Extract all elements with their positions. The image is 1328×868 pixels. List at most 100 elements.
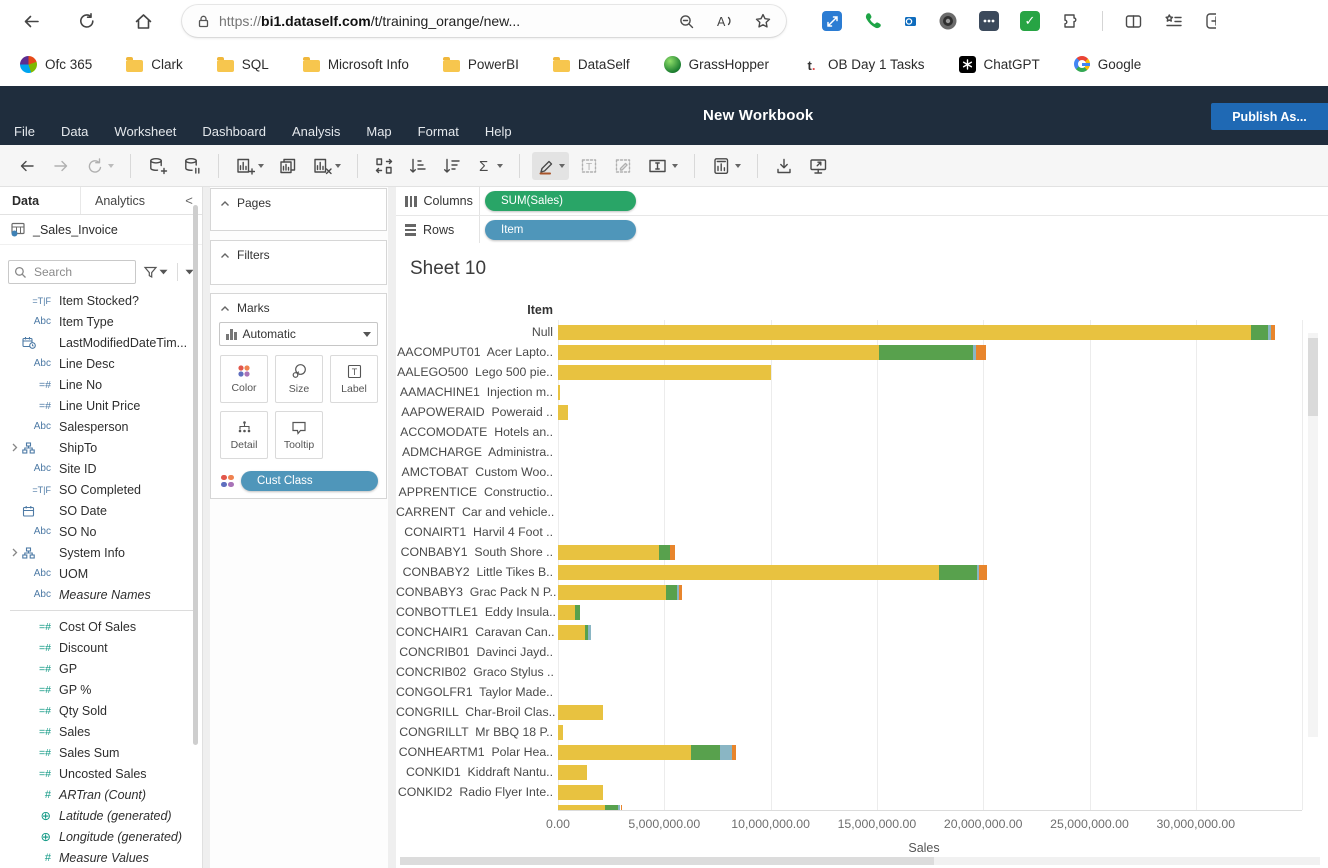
field-so-completed[interactable]: =T|FSO Completed: [0, 479, 202, 500]
chart-row[interactable]: AACOMPUT01 Acer Lapto..: [396, 342, 1326, 362]
chart-row[interactable]: CONCRIB01 Davinci Jayd..: [396, 642, 1326, 662]
collections-icon[interactable]: [1164, 12, 1183, 31]
field-so-no[interactable]: AbcSO No: [0, 521, 202, 542]
search-input[interactable]: [32, 264, 122, 280]
collapse-panel-button[interactable]: <: [176, 193, 202, 208]
back-icon[interactable]: [18, 8, 44, 34]
bar-segment-yellow[interactable]: [558, 545, 659, 560]
row-label[interactable]: CONGOLFR1 Taylor Made..: [396, 685, 553, 699]
row-label[interactable]: AACOMPUT01 Acer Lapto..: [396, 345, 553, 359]
bookmark-chatgpt[interactable]: ChatGPT: [959, 56, 1040, 73]
clipped-tab-icon[interactable]: [1204, 11, 1216, 31]
menu-dashboard[interactable]: Dashboard: [202, 124, 266, 139]
field-line-unit-price[interactable]: =#Line Unit Price: [0, 395, 202, 416]
rows-shelf[interactable]: Rows Item: [396, 216, 1328, 245]
field-gp[interactable]: =#GP: [0, 658, 202, 679]
field-line-no[interactable]: =#Line No: [0, 374, 202, 395]
bookmark-dataself[interactable]: DataSelf: [553, 57, 630, 72]
datasource-row[interactable]: _Sales_Invoice: [0, 215, 202, 245]
presentation-icon[interactable]: [804, 152, 833, 180]
tableau-ext-icon[interactable]: [822, 11, 842, 31]
bar-segment-green[interactable]: [659, 545, 670, 560]
menu-data[interactable]: Data: [61, 124, 88, 139]
filter-fields-icon[interactable]: [143, 265, 168, 279]
bar-segment-yellow[interactable]: [558, 625, 585, 640]
field-lastmodifieddatetim-[interactable]: LastModifiedDateTim...: [0, 332, 202, 353]
chart-row[interactable]: CONHEARTM1 Polar Hea..: [396, 742, 1326, 762]
undo-icon[interactable]: [13, 152, 41, 180]
totals-icon[interactable]: Σ: [472, 152, 507, 180]
field-artran-count-[interactable]: #ARTran (Count): [0, 784, 202, 805]
chart-row[interactable]: CONGOLFR1 Taylor Made..: [396, 682, 1326, 702]
show-me-icon[interactable]: [707, 152, 745, 180]
row-label[interactable]: CONBOTTLE1 Eddy Insula..: [396, 605, 553, 619]
split-screen-icon[interactable]: [1124, 12, 1143, 31]
bar-segment-lightblue[interactable]: [588, 625, 591, 640]
chart-vertical-scrollbar[interactable]: [1308, 333, 1318, 737]
row-label[interactable]: AMCTOBAT Custom Woo..: [396, 465, 553, 479]
pages-shelf[interactable]: Pages: [210, 188, 387, 231]
mark-button-color[interactable]: Color: [220, 355, 268, 403]
bar-segment-yellow[interactable]: [558, 325, 1251, 340]
collapse-chevron-icon[interactable]: [220, 252, 230, 259]
phone-ext-icon[interactable]: [863, 11, 883, 31]
chart-row[interactable]: ADMCHARGE Administra..: [396, 442, 1326, 462]
favorite-star-icon[interactable]: [754, 12, 772, 30]
more-ext-icon[interactable]: [979, 11, 999, 31]
bar-segment-yellow[interactable]: [558, 345, 879, 360]
field-so-date[interactable]: SO Date: [0, 500, 202, 521]
row-header[interactable]: Item: [396, 303, 553, 317]
row-label[interactable]: CONCHAIR1 Caravan Can..: [396, 625, 553, 639]
bar-segment-green[interactable]: [1251, 325, 1268, 340]
mark-button-size[interactable]: Size: [275, 355, 323, 403]
row-label[interactable]: CONGRILLT Mr BBQ 18 P..: [396, 725, 553, 739]
bar-segment-green[interactable]: [939, 565, 977, 580]
puzzle-icon[interactable]: [1061, 11, 1081, 31]
row-label[interactable]: ADMCHARGE Administra..: [396, 445, 553, 459]
row-label[interactable]: CONCRIB01 Davinci Jayd..: [396, 645, 553, 659]
bar-segment-yellow[interactable]: [558, 705, 603, 720]
bookmark-clark[interactable]: Clark: [126, 57, 183, 72]
x-axis-title[interactable]: Sales: [864, 841, 984, 855]
menu-worksheet[interactable]: Worksheet: [114, 124, 176, 139]
bookmark-grasshopper[interactable]: GrassHopper: [664, 56, 769, 73]
chart-row[interactable]: AAPOWERAID Poweraid ..: [396, 402, 1326, 422]
sort-asc-icon[interactable]: [404, 152, 432, 180]
row-label[interactable]: CONKID1 Kiddraft Nantu..: [396, 765, 553, 779]
pill-item[interactable]: Item: [485, 220, 636, 240]
collapse-chevron-icon[interactable]: [220, 200, 230, 207]
chart-row[interactable]: Null: [396, 322, 1326, 342]
menu-help[interactable]: Help: [485, 124, 512, 139]
chart-row[interactable]: APPRENTICE Constructio..: [396, 482, 1326, 502]
bookmark-google[interactable]: Google: [1074, 56, 1142, 72]
filters-shelf[interactable]: Filters: [210, 240, 387, 285]
sheet-title[interactable]: Sheet 10: [410, 258, 486, 280]
row-label[interactable]: Null: [396, 325, 553, 339]
chart-row[interactable]: CONCRIB02 Graco Stylus ..: [396, 662, 1326, 682]
fit-icon[interactable]: [643, 152, 682, 180]
field-item-stocked-[interactable]: =T|FItem Stocked?: [0, 290, 202, 311]
address-bar[interactable]: https://bi1.dataself.com/t/training_oran…: [182, 5, 786, 37]
publish-as-button[interactable]: Publish As...: [1211, 103, 1328, 130]
bar-segment-lightblue[interactable]: [720, 745, 732, 760]
outlook-ext-icon[interactable]: [904, 15, 917, 28]
bookmark-microsoft-info[interactable]: Microsoft Info: [303, 57, 409, 72]
field-qty-sold[interactable]: =#Qty Sold: [0, 700, 202, 721]
row-label[interactable]: CONHEARTM1 Polar Hea..: [396, 745, 553, 759]
field-discount[interactable]: =#Discount: [0, 637, 202, 658]
new-worksheet-icon[interactable]: [231, 152, 268, 180]
menu-analysis[interactable]: Analysis: [292, 124, 340, 139]
new-datasource-icon[interactable]: [143, 152, 172, 180]
field-uom[interactable]: AbcUOM: [0, 563, 202, 584]
chart-row[interactable]: CONAIRT1 Harvil 4 Foot ..: [396, 522, 1326, 542]
mark-button-label[interactable]: TLabel: [330, 355, 378, 403]
row-label[interactable]: CARRENT Car and vehicle..: [396, 505, 553, 519]
mark-type-dropdown[interactable]: Automatic: [219, 322, 378, 346]
row-label[interactable]: CONBABY3 Grac Pack N P..: [396, 585, 553, 599]
bar-segment-orange[interactable]: [732, 745, 736, 760]
bar-segment-green[interactable]: [691, 745, 720, 760]
bar-segment-yellow[interactable]: [558, 605, 575, 620]
row-label[interactable]: AAPOWERAID Poweraid ..: [396, 405, 553, 419]
refresh-icon[interactable]: [74, 8, 100, 34]
highlight-icon[interactable]: [532, 152, 569, 180]
